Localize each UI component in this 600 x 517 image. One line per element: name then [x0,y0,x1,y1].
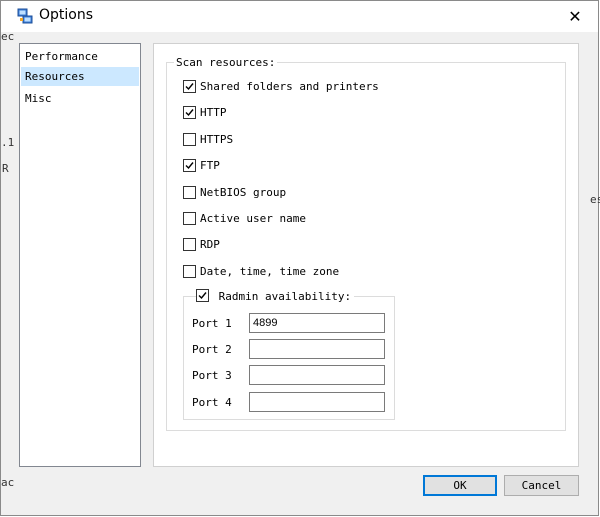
radmin-header: Radmin availability: [196,289,355,303]
port-2-input[interactable] [249,339,385,359]
port-4-input[interactable] [249,392,385,412]
close-button[interactable]: ✕ [552,1,598,32]
port-3-input[interactable] [249,365,385,385]
checkbox-rdp[interactable] [183,238,196,251]
checkbox-http[interactable] [183,106,196,119]
checkmark-icon [185,162,194,170]
cancel-button[interactable]: Cancel [504,475,579,496]
title-bar[interactable]: Options ✕ [1,1,598,32]
nav-item-resources[interactable]: Resources [21,67,139,86]
nav-item-misc[interactable]: Misc [21,89,139,108]
checkbox-date-time[interactable] [183,265,196,278]
checkbox-label: NetBIOS group [200,186,287,199]
checkbox-active-user[interactable] [183,212,196,225]
checkbox-label: FTP [200,159,220,172]
scan-resources-label: Scan resources: [174,56,278,69]
background-fragment: es [590,193,600,206]
checkmark-icon [185,83,194,91]
ok-button[interactable]: OK [423,475,497,496]
port-1-label: Port 1 [192,317,232,330]
checkbox-ftp[interactable] [183,159,196,172]
background-fragment: .1 [1,136,15,149]
checkbox-shared-folders[interactable] [183,80,196,93]
checkbox-label: Active user name [200,212,306,225]
port-1-input[interactable] [249,313,385,333]
window-title: Options [39,7,94,23]
background-fragment: R [2,162,9,175]
checkbox-https[interactable] [183,133,196,146]
checkbox-label: HTTP [200,106,227,119]
checkmark-icon [185,109,194,117]
nav-item-label: Performance [25,50,98,63]
radmin-label: Radmin availability: [218,290,352,303]
port-2-label: Port 2 [192,343,232,356]
ok-button-label: OK [453,479,467,492]
background-fragment: ec [1,30,15,43]
cancel-button-label: Cancel [521,479,562,492]
port-3-label: Port 3 [192,369,232,382]
nav-item-label: Resources [25,70,85,83]
category-list[interactable]: Performance Resources Misc [19,43,141,467]
background-fragment: ac [1,476,15,489]
nav-item-performance[interactable]: Performance [21,47,139,66]
network-scanner-icon [17,8,33,24]
checkbox-label: RDP [200,238,220,251]
nav-item-label: Misc [25,92,52,105]
checkbox-radmin[interactable] [196,289,209,302]
close-icon: ✕ [568,7,582,26]
checkbox-label: Date, time, time zone [200,265,340,278]
checkbox-label: Shared folders and printers [200,80,379,93]
port-4-label: Port 4 [192,396,232,409]
checkbox-label: HTTPS [200,133,234,146]
checkmark-icon [198,292,207,300]
checkbox-netbios[interactable] [183,186,196,199]
